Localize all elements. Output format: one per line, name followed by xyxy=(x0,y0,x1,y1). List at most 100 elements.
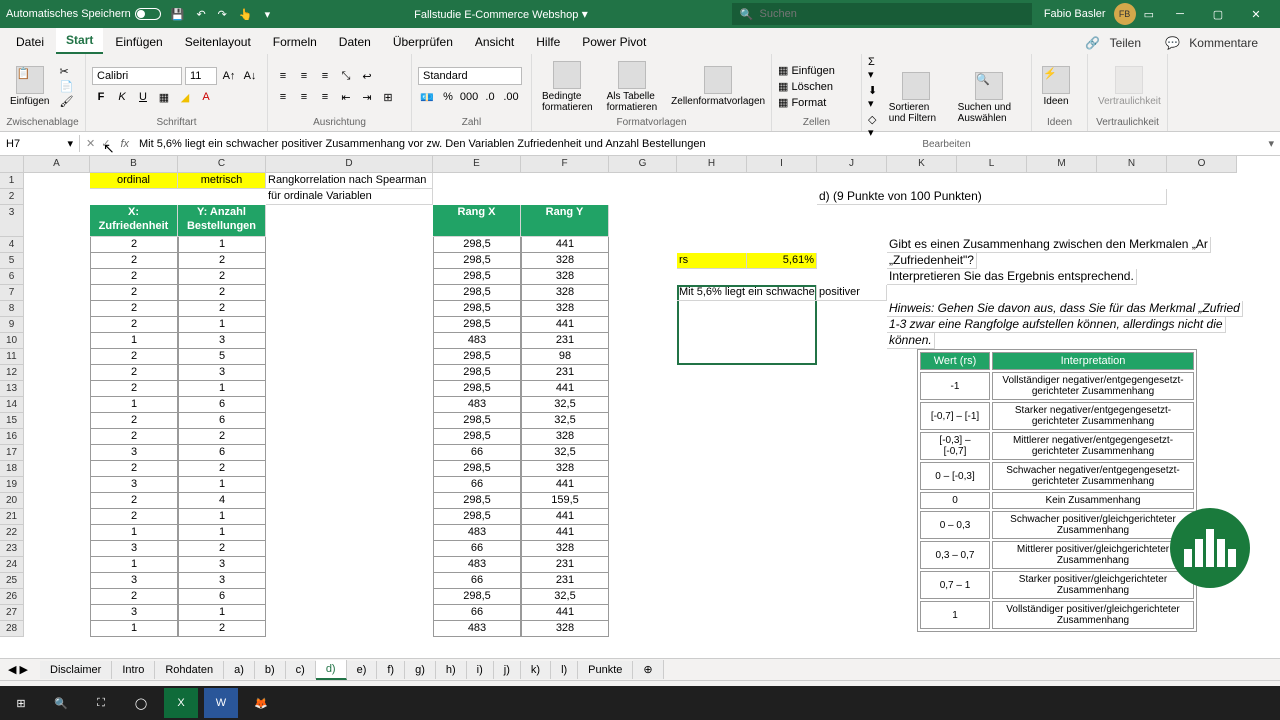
cell[interactable]: 2 xyxy=(90,285,178,301)
col-header-F[interactable]: F xyxy=(521,156,609,172)
row-header-10[interactable]: 10 xyxy=(0,333,24,349)
row-header-12[interactable]: 12 xyxy=(0,365,24,381)
cell[interactable]: 231 xyxy=(521,573,609,589)
firefox-taskbar-icon[interactable]: 🦊 xyxy=(244,688,278,718)
cell[interactable]: 441 xyxy=(521,509,609,525)
cell[interactable]: 1 xyxy=(90,525,178,541)
cell[interactable]: Gibt es einen Zusammenhang zwischen den … xyxy=(887,237,1211,253)
row-header-22[interactable]: 22 xyxy=(0,525,24,541)
align-left-icon[interactable]: ≡ xyxy=(274,88,292,106)
cell[interactable]: 441 xyxy=(521,525,609,541)
row-header-25[interactable]: 25 xyxy=(0,573,24,589)
cell[interactable]: „Zufriedenheit"? xyxy=(887,253,977,269)
cell[interactable]: 2 xyxy=(90,493,178,509)
border-button[interactable]: ▦ xyxy=(155,88,173,106)
cell[interactable]: 3 xyxy=(178,573,266,589)
align-right-icon[interactable]: ≡ xyxy=(316,88,334,106)
tab-einfuegen[interactable]: Einfügen xyxy=(105,30,172,54)
cell[interactable]: 2 xyxy=(178,301,266,317)
sheet-tab[interactable]: l) xyxy=(551,661,578,679)
align-center-icon[interactable]: ≡ xyxy=(295,88,313,106)
bold-button[interactable]: F xyxy=(92,88,110,106)
col-header-B[interactable]: B xyxy=(90,156,178,172)
col-header-D[interactable]: D xyxy=(266,156,433,172)
cell[interactable]: 298,5 xyxy=(433,461,521,477)
cell[interactable]: 3 xyxy=(90,477,178,493)
cancel-formula-icon[interactable]: ✕ xyxy=(86,137,95,150)
cell[interactable]: 66 xyxy=(433,541,521,557)
sheet-tab[interactable]: Intro xyxy=(112,661,155,679)
indent-inc-icon[interactable]: ⇥ xyxy=(358,88,376,106)
excel-taskbar-icon[interactable]: X xyxy=(164,688,198,718)
cell[interactable]: 441 xyxy=(521,237,609,253)
cell[interactable]: 298,5 xyxy=(433,509,521,525)
tab-ueberpruefen[interactable]: Überprüfen xyxy=(383,30,463,54)
cell[interactable]: 3 xyxy=(178,365,266,381)
comments-button[interactable]: 💬 Kommentare xyxy=(1159,32,1270,54)
close-button[interactable]: ✕ xyxy=(1238,2,1274,26)
tab-daten[interactable]: Daten xyxy=(329,30,381,54)
cell[interactable]: 6 xyxy=(178,413,266,429)
cell[interactable]: 298,5 xyxy=(433,349,521,365)
indent-dec-icon[interactable]: ⇤ xyxy=(337,88,355,106)
search-input[interactable] xyxy=(760,8,1024,20)
col-header-I[interactable]: I xyxy=(747,156,817,172)
row-header-19[interactable]: 19 xyxy=(0,477,24,493)
file-name[interactable]: Fallstudie E-Commerce Webshop ▾ xyxy=(414,7,588,21)
row-header-21[interactable]: 21 xyxy=(0,509,24,525)
cell[interactable]: 2 xyxy=(90,413,178,429)
share-button[interactable]: 🔗 Teilen xyxy=(1079,32,1153,54)
enter-formula-icon[interactable]: ✓ xyxy=(101,137,110,150)
cell[interactable]: 441 xyxy=(521,317,609,333)
autosum-icon[interactable]: Σ ▾ xyxy=(868,56,879,81)
row-header-14[interactable]: 14 xyxy=(0,397,24,413)
row-header-16[interactable]: 16 xyxy=(0,429,24,445)
cell[interactable]: 298,5 xyxy=(433,429,521,445)
cell[interactable]: Mit 5,6% liegt ein schwache xyxy=(677,285,817,301)
cell[interactable]: 1 xyxy=(178,509,266,525)
cell[interactable]: 2 xyxy=(90,349,178,365)
cell[interactable]: 66 xyxy=(433,445,521,461)
cell[interactable]: 483 xyxy=(433,557,521,573)
touch-icon[interactable]: 👆 xyxy=(239,8,253,21)
cell[interactable]: 2 xyxy=(90,429,178,445)
sheet-tab[interactable]: a) xyxy=(224,661,255,679)
toggle-switch[interactable] xyxy=(135,8,161,20)
cell[interactable]: 328 xyxy=(521,541,609,557)
cell[interactable]: 2 xyxy=(90,381,178,397)
cell[interactable]: 32,5 xyxy=(521,445,609,461)
new-sheet-button[interactable]: ⊕ xyxy=(633,660,663,679)
row-header-11[interactable]: 11 xyxy=(0,349,24,365)
underline-button[interactable]: U xyxy=(134,88,152,106)
cell[interactable]: 298,5 xyxy=(433,269,521,285)
cell[interactable]: Y: Anzahl Bestellungen xyxy=(178,205,266,237)
minimize-button[interactable]: ─ xyxy=(1162,2,1198,26)
cell[interactable]: Rang X xyxy=(433,205,521,237)
comma-icon[interactable]: 000 xyxy=(460,88,478,106)
col-header-C[interactable]: C xyxy=(178,156,266,172)
insert-cells-button[interactable]: ▦ Einfügen xyxy=(778,64,835,77)
cell[interactable]: 441 xyxy=(521,477,609,493)
cell[interactable]: 2 xyxy=(90,301,178,317)
cell[interactable]: Interpretieren Sie das Ergebnis entsprec… xyxy=(887,269,1137,285)
sheet-tab[interactable]: i) xyxy=(467,661,494,679)
cell[interactable]: 298,5 xyxy=(433,493,521,509)
cell[interactable]: 1 xyxy=(90,557,178,573)
find-select-button[interactable]: 🔍Suchen und Auswählen xyxy=(954,70,1025,126)
cell[interactable]: 1 xyxy=(178,381,266,397)
row-header-17[interactable]: 17 xyxy=(0,445,24,461)
inc-decimal-icon[interactable]: .0 xyxy=(481,88,499,106)
cell[interactable]: 32,5 xyxy=(521,413,609,429)
row-header-8[interactable]: 8 xyxy=(0,301,24,317)
cell[interactable]: 2 xyxy=(90,365,178,381)
cell[interactable]: 4 xyxy=(178,493,266,509)
cell[interactable]: 483 xyxy=(433,621,521,637)
col-header-L[interactable]: L xyxy=(957,156,1027,172)
formula-input[interactable]: Mit 5,6% liegt ein schwacher positiver Z… xyxy=(133,136,1262,152)
copy-icon[interactable]: 📄 xyxy=(59,80,73,93)
percent-icon[interactable]: % xyxy=(439,88,457,106)
cell[interactable]: 328 xyxy=(521,461,609,477)
cell[interactable]: 32,5 xyxy=(521,397,609,413)
number-format-combo[interactable]: Standard xyxy=(418,67,522,85)
cell[interactable]: 2 xyxy=(90,269,178,285)
